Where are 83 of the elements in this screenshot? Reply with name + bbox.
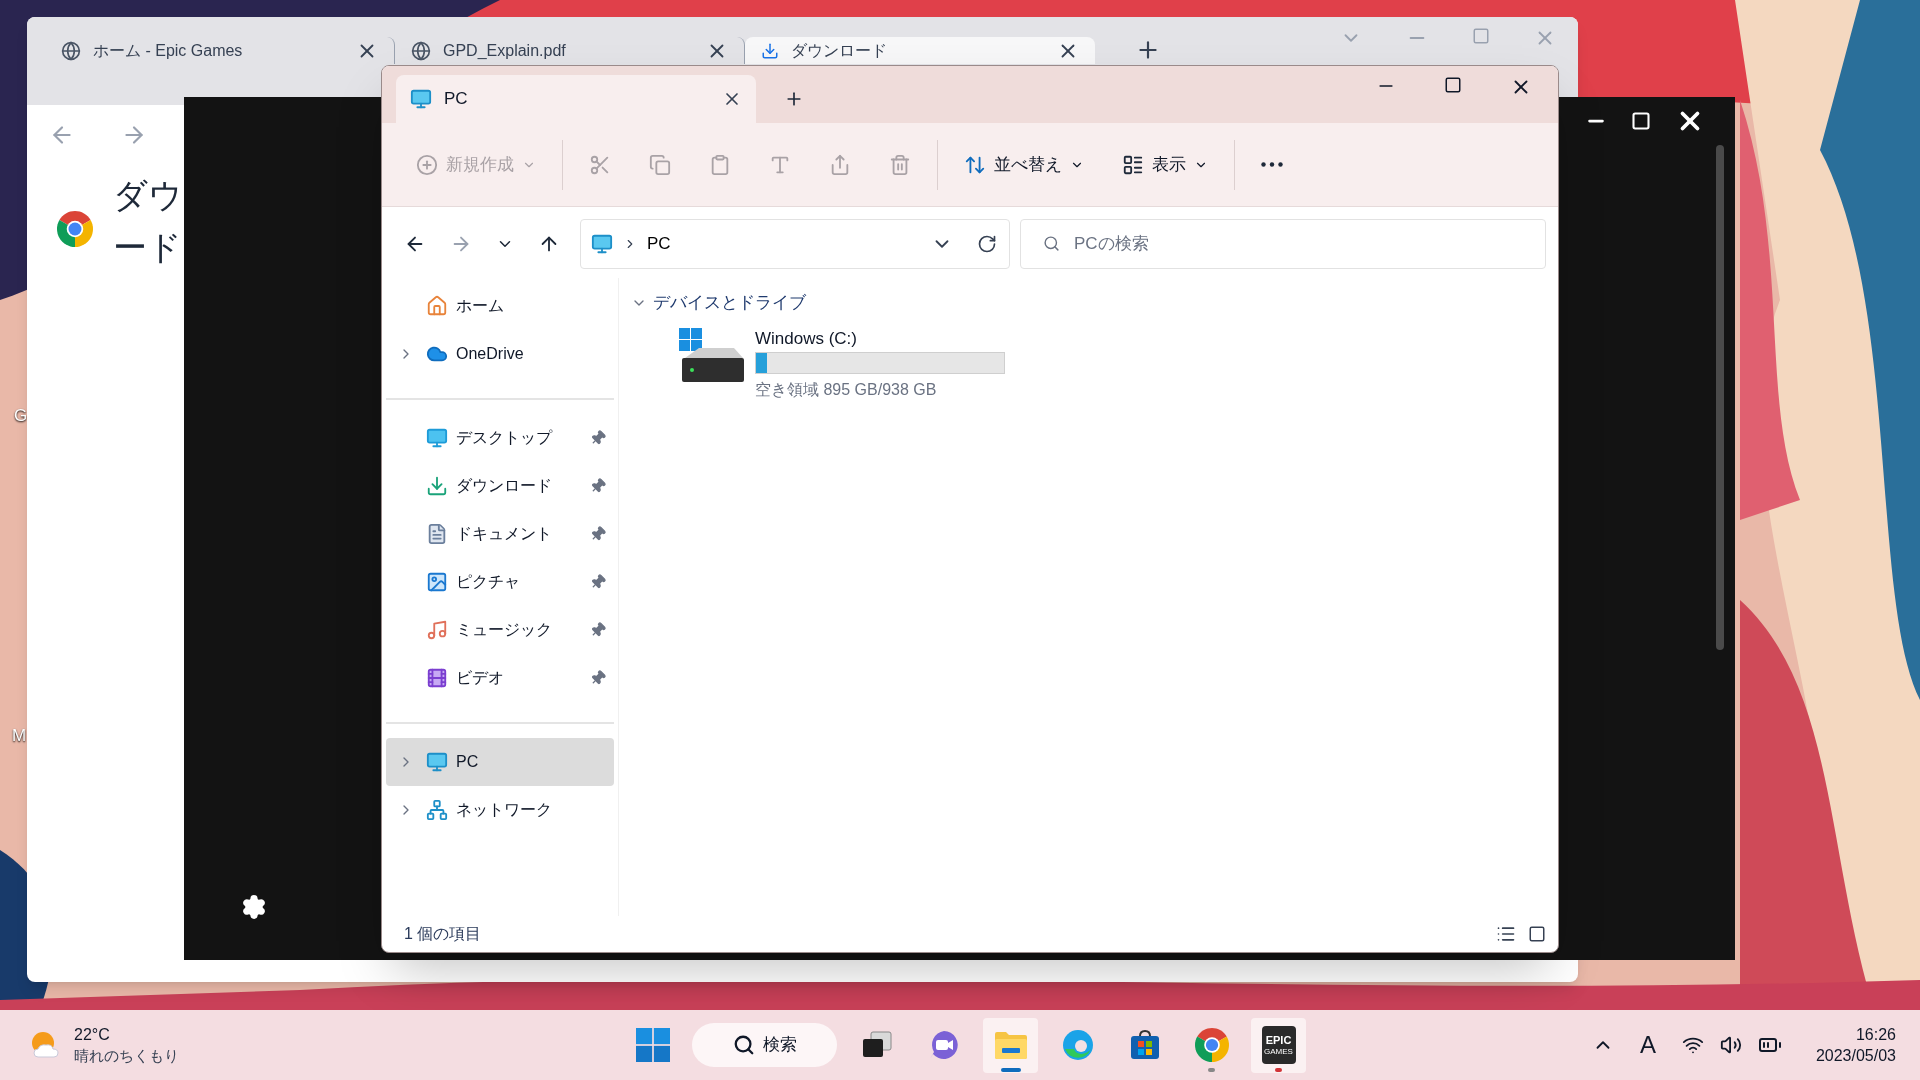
- nav-item[interactable]: ネットワーク: [386, 786, 614, 834]
- desktop-icon-label: G: [14, 405, 28, 427]
- taskbar-app[interactable]: EPIC GAMES: [1251, 1017, 1306, 1073]
- download-icon: [761, 41, 779, 60]
- trash-icon: [889, 153, 911, 176]
- epic-logo-icon: EPIC GAMES: [1261, 1026, 1296, 1064]
- nav-item[interactable]: ドキュメント: [386, 510, 614, 558]
- download-icon: [426, 475, 448, 497]
- active-indicator: [1000, 1067, 1021, 1072]
- drive-tile[interactable]: Windows (C:) 空き領域 895 GB/938 GB: [679, 328, 1099, 402]
- item-count: 1 個の項目: [404, 924, 483, 944]
- windows-logo-icon: [636, 1028, 670, 1062]
- browser-tab[interactable]: GPD_Explain.pdf: [395, 37, 745, 64]
- drive-name: Windows (C:): [755, 328, 858, 350]
- monitor-icon: [410, 88, 432, 110]
- taskbar-search[interactable]: 検索: [692, 1023, 837, 1067]
- music-note-icon: [426, 619, 448, 641]
- plus-circle-icon: [416, 153, 438, 176]
- details-view-icon[interactable]: [1496, 924, 1516, 944]
- more-icon: [1261, 162, 1283, 167]
- clock-time: 16:26: [1855, 1025, 1896, 1045]
- monitor-icon: [591, 232, 613, 255]
- weather-condition: 晴れのちくもり: [74, 1046, 179, 1066]
- nav-item[interactable]: ミュージック: [386, 606, 614, 654]
- browser-tab-title: GPD_Explain.pdf: [443, 40, 567, 61]
- refresh-icon[interactable]: [977, 233, 997, 254]
- globe-icon: [411, 40, 431, 61]
- search-input[interactable]: PCの検索: [1074, 230, 1545, 257]
- page-heading: ード: [113, 227, 183, 268]
- ime-indicator[interactable]: A: [1639, 1027, 1656, 1063]
- nav-item[interactable]: ダウンロード: [386, 462, 614, 510]
- free-space-text: 空き領域 895 GB/938 GB: [755, 380, 938, 400]
- nav-item[interactable]: OneDrive: [386, 330, 614, 378]
- browser-tab-title: ホーム - Epic Games: [93, 40, 244, 61]
- browser-tab-title: ダウンロード: [791, 40, 888, 61]
- list-icon: [1122, 153, 1144, 176]
- document-icon: [426, 523, 448, 545]
- nav-item[interactable]: PC: [386, 738, 614, 786]
- tiles-view-icon[interactable]: [1528, 925, 1546, 943]
- scrollbar-thumb[interactable]: [1716, 145, 1724, 650]
- share-icon: [829, 153, 851, 176]
- task-view-icon: [861, 1031, 892, 1059]
- clipboard-icon: [709, 153, 731, 176]
- film-icon: [426, 667, 448, 689]
- globe-icon: [61, 40, 81, 61]
- browser-tab[interactable]: ホーム - Epic Games: [45, 37, 395, 64]
- toolbar-button[interactable]: 並べ替え: [960, 144, 1088, 185]
- search-icon: [1043, 235, 1060, 252]
- page-heading: ダウ: [113, 175, 183, 216]
- address-path: PC: [647, 232, 672, 255]
- search-icon: [732, 1034, 755, 1056]
- house-icon: [426, 295, 448, 317]
- nav-item[interactable]: ピクチャ: [386, 558, 614, 606]
- image-icon: [426, 571, 448, 593]
- toolbar-button[interactable]: 表示: [1118, 144, 1212, 185]
- folder-icon: [993, 1030, 1028, 1060]
- chrome-logo-icon: [1194, 1028, 1229, 1062]
- section-header[interactable]: デバイスとドライブ: [631, 288, 1558, 318]
- browser-swirl-icon: [1061, 1029, 1094, 1061]
- shopping-bag-icon: [1128, 1029, 1161, 1061]
- monitor-icon: [426, 751, 448, 773]
- nav-item[interactable]: デスクトップ: [386, 414, 614, 462]
- search-field[interactable]: PCの検索: [1020, 218, 1546, 269]
- explorer-tab-title: PC: [444, 88, 469, 111]
- nav-item[interactable]: ホーム: [386, 282, 614, 330]
- address-field[interactable]: PC: [580, 218, 1010, 269]
- running-indicator: [1208, 1067, 1215, 1072]
- volume-icon[interactable]: [1719, 1034, 1742, 1056]
- maximize-icon[interactable]: [1444, 76, 1462, 94]
- nav-item[interactable]: ビデオ: [386, 654, 614, 702]
- settings-icon[interactable]: [241, 894, 267, 920]
- browser-tab[interactable]: ダウンロード: [745, 37, 1095, 64]
- copy-icon: [649, 153, 671, 176]
- desktop-icon-label: M: [12, 725, 27, 747]
- explorer-tab[interactable]: PC: [396, 75, 756, 123]
- weather-temperature: 22°C: [74, 1025, 111, 1045]
- scissors-icon: [589, 153, 611, 176]
- chrome-logo-icon: [57, 211, 93, 247]
- network-icon: [426, 799, 448, 821]
- attention-indicator: [1275, 1067, 1282, 1072]
- clock-date: 2023/05/03: [1815, 1046, 1896, 1066]
- monitor-icon: [426, 427, 448, 449]
- drive-icon: [679, 328, 745, 384]
